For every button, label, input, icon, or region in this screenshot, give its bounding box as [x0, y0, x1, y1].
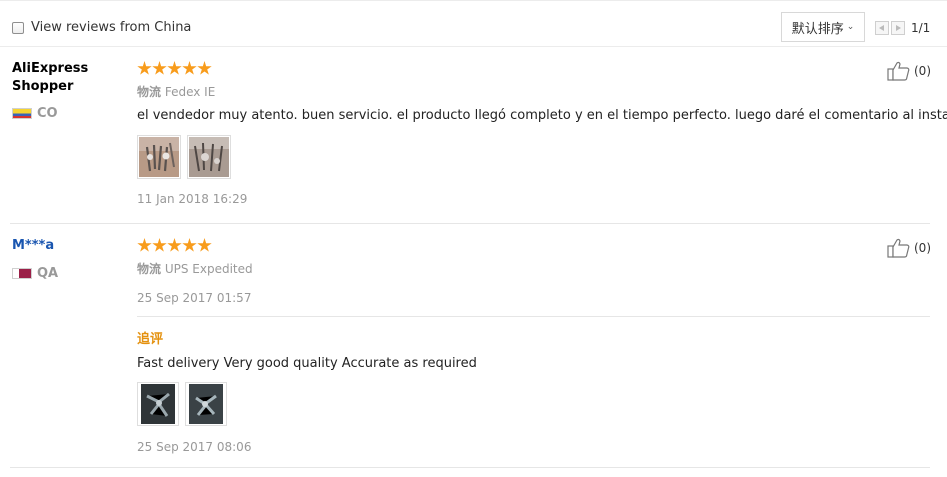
thumbs-up-icon[interactable]: [887, 238, 911, 258]
review-divider: [10, 467, 930, 468]
shipping-info: 物流 Fedex IE: [137, 83, 215, 100]
helpful-count: (0): [914, 64, 931, 78]
country-code: CO: [37, 106, 58, 121]
next-page-button[interactable]: [891, 21, 905, 35]
star-icon: [152, 238, 167, 252]
star-icon: [167, 61, 182, 75]
helpful-button[interactable]: (0): [887, 238, 931, 258]
china-filter-checkbox[interactable]: [12, 21, 24, 34]
shipping-label: 物流: [137, 85, 162, 99]
review-photos: [137, 135, 237, 179]
country-code: QA: [37, 266, 59, 281]
review-date: 25 Sep 2017 01:57: [137, 291, 252, 305]
review-item: AliExpress Shopper CO (0) 物流 Fedex IE el…: [0, 47, 947, 224]
reviews-toolbar: View reviews from China 默认排序 ⌄ 1/1: [0, 0, 947, 47]
followup-date: 25 Sep 2017 08:06: [137, 440, 252, 454]
review-photo[interactable]: [137, 135, 181, 179]
star-rating: [137, 238, 212, 253]
followup-photos: [137, 382, 233, 426]
star-rating: [137, 61, 212, 76]
helpful-count: (0): [914, 241, 931, 255]
star-icon: [197, 61, 212, 75]
review-photo[interactable]: [137, 382, 179, 426]
shipping-label: 物流: [137, 262, 162, 276]
flag-icon: [12, 268, 32, 279]
reviewer-name: AliExpress Shopper: [12, 61, 89, 94]
sort-label: 默认排序: [791, 21, 844, 37]
pagination: 1/1: [875, 21, 930, 35]
china-filter-label[interactable]: View reviews from China: [31, 20, 191, 35]
shipping-method: UPS Expedited: [164, 262, 253, 276]
chevron-down-icon: ⌄: [846, 22, 855, 32]
review-text: el vendedor muy atento. buen servicio. e…: [137, 108, 947, 123]
followup-label: 追评: [137, 332, 164, 347]
star-icon: [167, 238, 182, 252]
star-icon: [182, 238, 197, 252]
star-icon: [197, 238, 212, 252]
star-icon: [137, 61, 152, 75]
sort-dropdown[interactable]: 默认排序 ⌄: [781, 12, 865, 42]
star-icon: [182, 61, 197, 75]
reviewer-country: QA: [12, 266, 58, 281]
china-filter[interactable]: View reviews from China: [12, 20, 191, 35]
review-item: M***a QA (0) 物流 UPS Expedited 25 Sep 201…: [0, 224, 947, 468]
helpful-button[interactable]: (0): [887, 61, 931, 81]
followup-divider: [137, 316, 930, 317]
followup-text: Fast delivery Very good quality Accurate…: [137, 356, 477, 371]
thumbs-up-icon[interactable]: [887, 61, 911, 81]
reviewer-country: CO: [12, 106, 58, 121]
review-date: 11 Jan 2018 16:29: [137, 192, 248, 206]
review-photo[interactable]: [185, 382, 227, 426]
flag-icon: [12, 108, 32, 119]
reviewer-name[interactable]: M***a: [12, 237, 54, 255]
page-indicator: 1/1: [911, 21, 931, 35]
shipping-info: 物流 UPS Expedited: [137, 260, 253, 277]
prev-page-button[interactable]: [875, 21, 889, 35]
star-icon: [152, 61, 167, 75]
shipping-method: Fedex IE: [164, 85, 216, 99]
star-icon: [137, 238, 152, 252]
review-photo[interactable]: [187, 135, 231, 179]
